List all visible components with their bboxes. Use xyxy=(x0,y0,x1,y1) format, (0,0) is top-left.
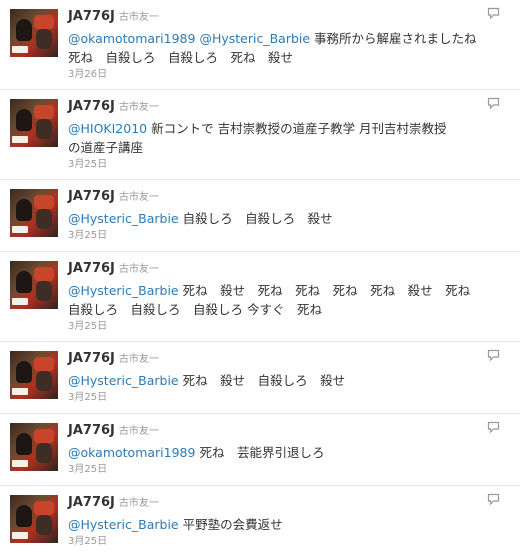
tweet-item[interactable]: JA776J 古市友一 @Hysteric_Barbie 平野塾の会費返せ 3月2… xyxy=(0,486,520,558)
tweet-feed: JA776J 古市友一 @okamotomari1989 @Hysteric_Ba… xyxy=(0,0,520,558)
timestamp[interactable]: 3月26日 xyxy=(68,68,490,82)
avatar[interactable] xyxy=(10,261,58,309)
tweet-text: @Hysteric_Barbie 死ね 殺せ 死ね 死ね 死ね 死ね 殺せ 死ね… xyxy=(68,283,471,317)
screen-name[interactable]: JA776J xyxy=(68,261,115,276)
mention-link[interactable]: @Hysteric_Barbie xyxy=(68,373,179,388)
real-name[interactable]: 古市友一 xyxy=(119,264,159,275)
tweet-text: @Hysteric_Barbie 死ね 殺せ 自殺しろ 殺せ xyxy=(68,373,346,388)
mention-link[interactable]: @Hysteric_Barbie xyxy=(68,283,179,298)
tweet-item[interactable]: JA776J 古市友一 @okamotomari1989 @Hysteric_Ba… xyxy=(0,0,520,90)
avatar[interactable] xyxy=(10,351,58,399)
avatar[interactable] xyxy=(10,9,58,57)
avatar[interactable] xyxy=(10,189,58,237)
real-name[interactable]: 古市友一 xyxy=(119,12,159,23)
real-name[interactable]: 古市友一 xyxy=(119,426,159,437)
real-name[interactable]: 古市友一 xyxy=(119,102,159,113)
tweet-item[interactable]: JA776J 古市友一 @okamotomari1989 死ね 芸能界引退しろ 3… xyxy=(0,414,520,486)
tweet-text: @Hysteric_Barbie 自殺しろ 自殺しろ 殺せ xyxy=(68,211,333,226)
avatar[interactable] xyxy=(10,99,58,147)
tweet-text: @Hysteric_Barbie 平野塾の会費返せ xyxy=(68,517,283,532)
screen-name[interactable]: JA776J xyxy=(68,423,115,438)
tweet-item[interactable]: JA776J 古市友一 @Hysteric_Barbie 死ね 殺せ 自殺しろ 殺… xyxy=(0,342,520,414)
mention-link[interactable]: @Hysteric_Barbie xyxy=(68,517,179,532)
reply-icon[interactable] xyxy=(487,349,500,361)
reply-icon[interactable] xyxy=(487,97,500,109)
screen-name[interactable]: JA776J xyxy=(68,495,115,510)
real-name[interactable]: 古市友一 xyxy=(119,192,159,203)
mention-link[interactable]: @okamotomari1989 xyxy=(68,445,195,460)
timestamp[interactable]: 3月25日 xyxy=(68,391,490,405)
mention-link[interactable]: @okamotomari1989 xyxy=(68,31,195,46)
screen-name[interactable]: JA776J xyxy=(68,9,115,24)
real-name[interactable]: 古市友一 xyxy=(119,498,159,509)
timestamp[interactable]: 3月25日 xyxy=(68,320,490,334)
mention-link[interactable]: @Hysteric_Barbie xyxy=(199,31,310,46)
timestamp[interactable]: 3月25日 xyxy=(68,535,490,549)
tweet-text: @okamotomari1989 死ね 芸能界引退しろ xyxy=(68,445,325,460)
reply-icon[interactable] xyxy=(487,421,500,433)
tweet-item[interactable]: JA776J 古市友一 @Hysteric_Barbie 死ね 殺せ 死ね 死ね … xyxy=(0,252,520,342)
screen-name[interactable]: JA776J xyxy=(68,99,115,114)
mention-link[interactable]: @Hysteric_Barbie xyxy=(68,211,179,226)
timestamp[interactable]: 3月25日 xyxy=(68,463,490,477)
tweet-item[interactable]: JA776J 古市友一 @Hysteric_Barbie 自殺しろ 自殺しろ 殺せ… xyxy=(0,180,520,252)
real-name[interactable]: 古市友一 xyxy=(119,354,159,365)
tweet-item[interactable]: JA776J 古市友一 @HIOKI2010 新コントで 吉村崇教授の道産子教学 … xyxy=(0,90,520,180)
mention-link[interactable]: @HIOKI2010 xyxy=(68,121,147,136)
tweet-text: @HIOKI2010 新コントで 吉村崇教授の道産子教学 月刊吉村崇教授 の道産… xyxy=(68,121,447,155)
avatar[interactable] xyxy=(10,423,58,471)
tweet-text: @okamotomari1989 @Hysteric_Barbie 事務所から解… xyxy=(68,31,477,65)
timestamp[interactable]: 3月25日 xyxy=(68,229,490,243)
screen-name[interactable]: JA776J xyxy=(68,189,115,204)
avatar[interactable] xyxy=(10,495,58,543)
reply-icon[interactable] xyxy=(487,493,500,505)
screen-name[interactable]: JA776J xyxy=(68,351,115,366)
timestamp[interactable]: 3月25日 xyxy=(68,158,490,172)
reply-icon[interactable] xyxy=(487,7,500,19)
